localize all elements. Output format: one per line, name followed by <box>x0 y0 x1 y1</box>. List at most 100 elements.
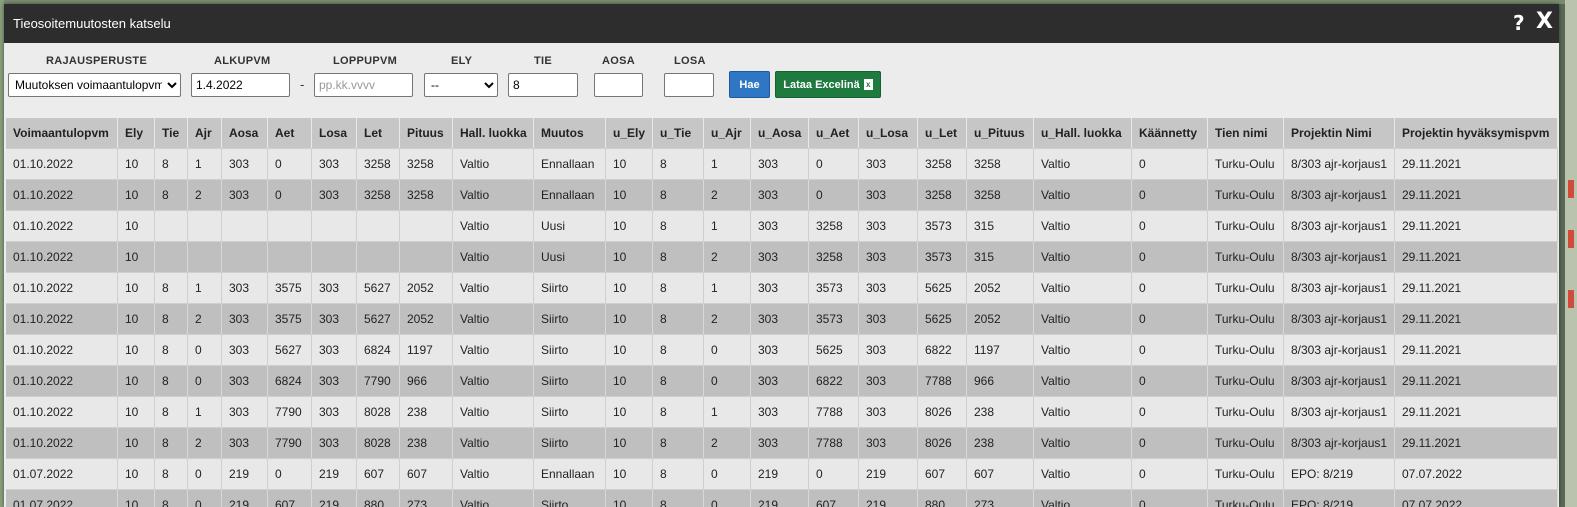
table-row[interactable]: 01.10.2022 10 8 1 303 7790 303 8028 238 Valtio Sii… <box>6 396 1558 427</box>
column-header[interactable]: Ely <box>118 118 155 148</box>
table-row[interactable]: 01.10.2022 10 Valtio Uusi 10 8 1 303 3258 303 3573… <box>6 210 1558 241</box>
table-cell: 2 <box>188 179 222 210</box>
table-cell: 10 <box>118 365 155 396</box>
table-cell: 3258 <box>357 148 400 179</box>
tie-input[interactable] <box>508 73 578 97</box>
close-icon[interactable]: X <box>1536 9 1553 34</box>
table-cell: 303 <box>859 365 918 396</box>
rajausperuste-select[interactable]: Muutoksen voimaantulopvm <box>8 73 181 97</box>
table-cell: 10 <box>606 427 653 458</box>
table-cell: Valtio <box>453 272 534 303</box>
table-cell: Valtio <box>453 210 534 241</box>
table-row[interactable]: 01.07.2022 10 8 0 219 607 219 880 273 Valtio Siirt… <box>6 489 1558 507</box>
column-header[interactable]: Tie <box>155 118 188 148</box>
table-cell: 8 <box>653 272 704 303</box>
table-cell: 303 <box>222 303 268 334</box>
column-header[interactable]: Käännetty <box>1132 118 1208 148</box>
table-cell: 2 <box>704 303 751 334</box>
table-cell: 01.10.2022 <box>6 179 118 210</box>
table-cell <box>268 241 312 272</box>
table-cell: 8/303 ajr-korjaus1 <box>1284 303 1395 334</box>
column-header[interactable]: Projektin Nimi <box>1284 118 1395 148</box>
table-cell <box>268 210 312 241</box>
table-row[interactable]: 01.10.2022 10 8 1 303 0 303 3258 3258 Valtio Ennal… <box>6 148 1558 179</box>
table-cell: Ennallaan <box>534 179 606 210</box>
table-cell: 5627 <box>357 272 400 303</box>
table-cell: 29.11.2021 <box>1395 210 1558 241</box>
table-row[interactable]: 01.10.2022 10 8 2 303 0 303 3258 3258 Valtio Ennal… <box>6 179 1558 210</box>
table-cell: 7790 <box>357 365 400 396</box>
column-header[interactable]: u_Let <box>918 118 967 148</box>
table-cell: 10 <box>118 179 155 210</box>
column-header[interactable]: Aet <box>268 118 312 148</box>
table-cell: Turku-Oulu <box>1208 489 1284 507</box>
table-cell: 966 <box>967 365 1034 396</box>
table-cell: 3258 <box>809 210 859 241</box>
column-header[interactable]: Pituus <box>400 118 453 148</box>
table-cell: Turku-Oulu <box>1208 365 1284 396</box>
excel-export-button[interactable]: Lataa Excelinä x <box>775 71 881 98</box>
table-row[interactable]: 01.10.2022 10 8 0 303 5627 303 6824 1197 Valtio Si… <box>6 334 1558 365</box>
table-cell: 8 <box>653 396 704 427</box>
table-cell: 8/303 ajr-korjaus1 <box>1284 365 1395 396</box>
table-cell <box>400 210 453 241</box>
table-cell: 8/303 ajr-korjaus1 <box>1284 334 1395 365</box>
loppupvm-input[interactable] <box>314 73 413 97</box>
column-header[interactable]: Voimaantulopvm <box>6 118 118 148</box>
table-cell: 303 <box>751 241 809 272</box>
column-header[interactable]: u_Hall. luokka <box>1034 118 1132 148</box>
table-cell: Valtio <box>453 427 534 458</box>
column-header[interactable]: Aosa <box>222 118 268 148</box>
hae-button[interactable]: Hae <box>729 71 770 98</box>
table-cell <box>312 241 357 272</box>
column-header[interactable]: u_Ajr <box>704 118 751 148</box>
table-cell <box>357 210 400 241</box>
alkupvm-input[interactable] <box>191 73 290 97</box>
table-cell: Turku-Oulu <box>1208 458 1284 489</box>
table-row[interactable]: 01.10.2022 10 Valtio Uusi 10 8 2 303 3258 303 3573… <box>6 241 1558 272</box>
column-header[interactable]: u_Aosa <box>751 118 809 148</box>
table-row[interactable]: 01.07.2022 10 8 0 219 0 219 607 607 Valtio Ennalla… <box>6 458 1558 489</box>
column-header[interactable]: u_Ely <box>606 118 653 148</box>
table-row[interactable]: 01.10.2022 10 8 1 303 3575 303 5627 2052 Valtio Si… <box>6 272 1558 303</box>
table-cell: Turku-Oulu <box>1208 210 1284 241</box>
column-header[interactable]: Hall. luokka <box>453 118 534 148</box>
table-cell: 29.11.2021 <box>1395 365 1558 396</box>
table-cell: 8026 <box>918 427 967 458</box>
table-cell: 2 <box>188 303 222 334</box>
table-cell: Siirto <box>534 334 606 365</box>
column-header[interactable]: u_Tie <box>653 118 704 148</box>
table-cell: 10 <box>606 241 653 272</box>
table-cell: 01.10.2022 <box>6 241 118 272</box>
table-cell: 0 <box>704 458 751 489</box>
table-cell: Siirto <box>534 427 606 458</box>
table-cell: 7788 <box>809 396 859 427</box>
table-cell: Ennallaan <box>534 148 606 179</box>
column-header[interactable]: Tien nimi <box>1208 118 1284 148</box>
column-header[interactable]: Ajr <box>188 118 222 148</box>
table-cell: 238 <box>967 427 1034 458</box>
aosa-input[interactable] <box>594 73 643 97</box>
table-cell: 3573 <box>809 303 859 334</box>
column-header[interactable]: Muutos <box>534 118 606 148</box>
column-header[interactable]: Let <box>357 118 400 148</box>
column-header[interactable]: Projektin hyväksymispvm <box>1395 118 1558 148</box>
ely-select[interactable]: -- <box>424 73 498 97</box>
table-cell: 8 <box>653 458 704 489</box>
table-row[interactable]: 01.10.2022 10 8 2 303 7790 303 8028 238 Valtio Sii… <box>6 427 1558 458</box>
table-row[interactable]: 01.10.2022 10 8 0 303 6824 303 7790 966 Valtio Sii… <box>6 365 1558 396</box>
column-header[interactable]: u_Losa <box>859 118 918 148</box>
column-header[interactable]: Losa <box>312 118 357 148</box>
table-cell: 10 <box>606 334 653 365</box>
table-cell: Siirto <box>534 303 606 334</box>
column-header[interactable]: u_Aet <box>809 118 859 148</box>
help-icon[interactable]: ? <box>1513 11 1525 35</box>
table-cell: 29.11.2021 <box>1395 241 1558 272</box>
table-cell: 1 <box>188 148 222 179</box>
table-row[interactable]: 01.10.2022 10 8 2 303 3575 303 5627 2052 Valtio Si… <box>6 303 1558 334</box>
losa-input[interactable] <box>664 73 714 97</box>
table-cell: 5627 <box>357 303 400 334</box>
table-cell: 315 <box>967 210 1034 241</box>
column-header[interactable]: u_Pituus <box>967 118 1034 148</box>
changes-table: Voimaantulopvm Ely Tie Ajr Aosa Aet Losa Let Pit… <box>6 118 1558 507</box>
